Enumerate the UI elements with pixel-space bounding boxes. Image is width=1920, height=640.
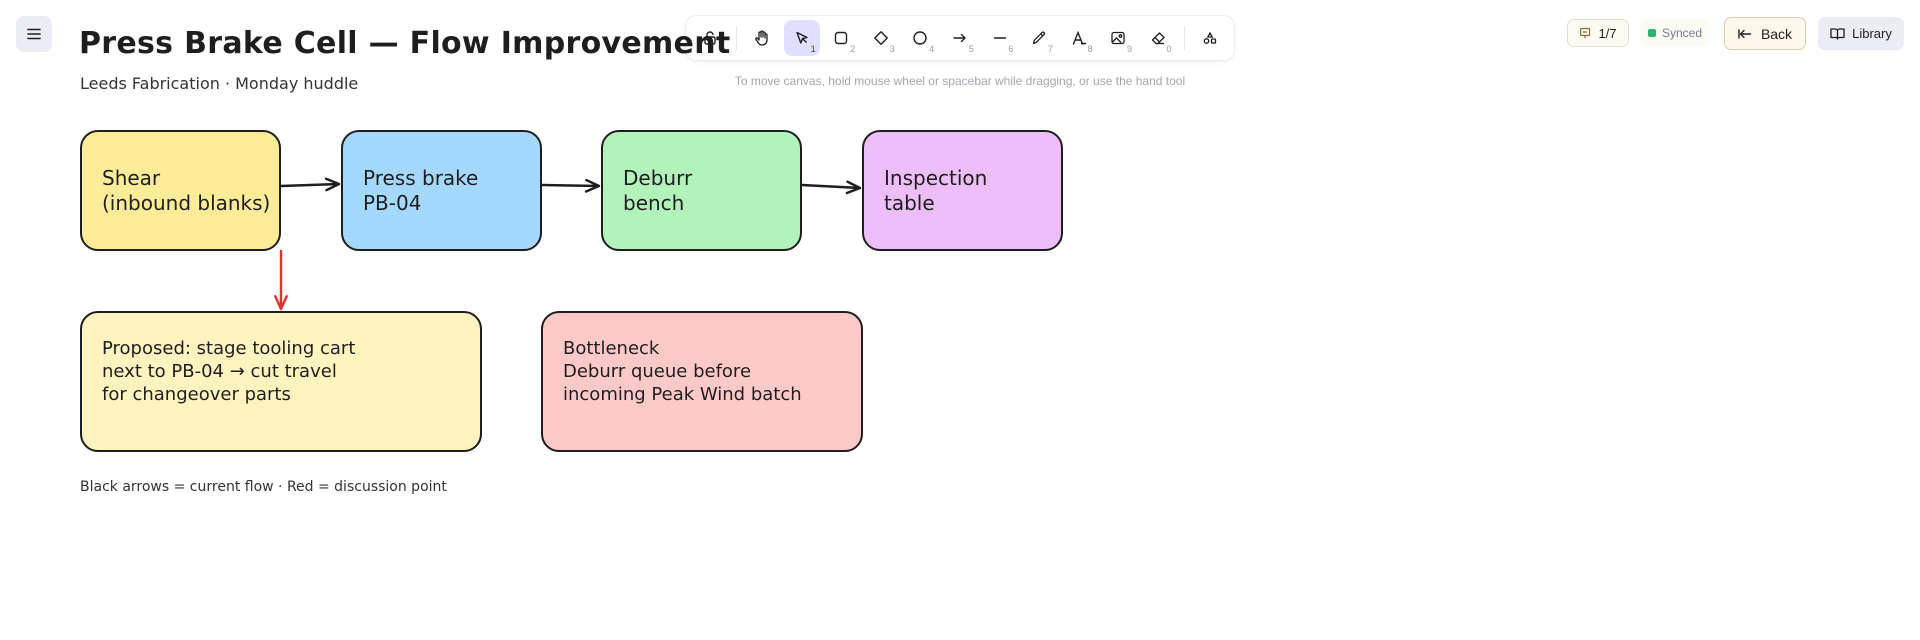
tool-line[interactable]: 6 bbox=[982, 20, 1018, 56]
tool-shortcut: 8 bbox=[1087, 44, 1093, 54]
deburr-label: Deburr bench bbox=[623, 166, 693, 215]
toolbar-divider bbox=[1183, 26, 1185, 50]
tool-shortcut: 1 bbox=[810, 44, 816, 54]
tool-diamond[interactable]: 3 bbox=[863, 20, 899, 56]
proposed-note-box[interactable]: Proposed: stage tooling cart next to PB-… bbox=[80, 311, 482, 452]
presentation-icon bbox=[1580, 27, 1591, 38]
tool-shortcut: 6 bbox=[1008, 44, 1014, 54]
library-button[interactable]: Library bbox=[1818, 17, 1904, 50]
back-label: Back bbox=[1760, 25, 1793, 42]
tool-hand[interactable] bbox=[745, 20, 781, 56]
flow-arrow-deburr-inspection[interactable] bbox=[800, 180, 862, 195]
canvas-title[interactable]: Press Brake Cell — Flow Improvement bbox=[79, 26, 731, 61]
deburr-box[interactable]: Deburr bench bbox=[601, 130, 802, 251]
selection-icon bbox=[796, 31, 808, 44]
tool-rectangle[interactable]: 2 bbox=[824, 20, 860, 56]
ellipse-icon bbox=[913, 31, 928, 45]
extra-tools-icon bbox=[1203, 31, 1217, 44]
flow-arrow-shear-press[interactable] bbox=[279, 177, 341, 192]
sync-label: Synced bbox=[1662, 26, 1703, 40]
text-icon bbox=[1072, 30, 1086, 45]
tool-selection[interactable]: 1 bbox=[784, 20, 820, 56]
page-count: 1/7 bbox=[1598, 25, 1617, 41]
arrow-icon bbox=[953, 33, 966, 43]
image-icon bbox=[1111, 31, 1125, 45]
line-icon bbox=[993, 37, 1006, 39]
sync-status: Synced bbox=[1640, 19, 1711, 47]
library-label: Library bbox=[1852, 26, 1892, 41]
discussion-arrow-shear-proposed[interactable] bbox=[274, 249, 288, 311]
toolbar-divider bbox=[735, 26, 737, 50]
back-arrow-icon bbox=[1738, 28, 1752, 39]
tool-shortcut: 7 bbox=[1047, 44, 1053, 54]
page-indicator[interactable]: 1/7 bbox=[1567, 19, 1629, 47]
hamburger-menu-icon bbox=[27, 28, 41, 40]
tool-ellipse[interactable]: 4 bbox=[903, 20, 939, 56]
press-brake-box[interactable]: Press brake PB-04 bbox=[341, 130, 542, 251]
rectangle-icon bbox=[835, 31, 848, 45]
tool-shortcut: 0 bbox=[1166, 44, 1172, 54]
toolbar: 1 2 3 4 5 6 7 8 9 0 bbox=[686, 16, 1234, 60]
flow-arrow-press-deburr[interactable] bbox=[540, 178, 601, 193]
pencil-icon bbox=[1032, 31, 1046, 45]
canvas-hint: To move canvas, hold mouse wheel or spac… bbox=[734, 74, 1186, 88]
shear-box[interactable]: Shear (inbound blanks) bbox=[80, 130, 281, 251]
library-book-icon bbox=[1830, 28, 1845, 40]
sync-dot-icon bbox=[1648, 29, 1656, 37]
tool-shortcut: 9 bbox=[1126, 44, 1132, 54]
main-menu-button[interactable] bbox=[16, 16, 52, 52]
hand-icon bbox=[755, 30, 768, 46]
tool-text[interactable]: 8 bbox=[1061, 20, 1097, 56]
eraser-icon bbox=[1151, 32, 1165, 45]
tool-arrow[interactable]: 5 bbox=[942, 20, 978, 56]
inspection-box[interactable]: Inspection table bbox=[862, 130, 1063, 251]
tool-extra[interactable] bbox=[1193, 20, 1229, 56]
diamond-icon bbox=[874, 31, 888, 45]
tool-shortcut: 3 bbox=[889, 44, 895, 54]
shear-label: Shear (inbound blanks) bbox=[102, 166, 271, 215]
tool-shortcut: 5 bbox=[968, 44, 974, 54]
legend-note[interactable]: Black arrows = current flow · Red = disc… bbox=[80, 479, 447, 495]
back-button[interactable]: Back bbox=[1724, 17, 1806, 50]
inspection-label: Inspection table bbox=[884, 166, 988, 215]
tool-image[interactable]: 9 bbox=[1100, 20, 1136, 56]
tool-pencil[interactable]: 7 bbox=[1021, 20, 1057, 56]
press-brake-label: Press brake PB-04 bbox=[363, 166, 479, 215]
tool-shortcut: 2 bbox=[850, 44, 856, 54]
bottleneck-label: Bottleneck Deburr queue before incoming … bbox=[563, 338, 802, 405]
canvas-subtitle[interactable]: Leeds Fabrication · Monday huddle bbox=[80, 74, 358, 93]
proposed-note-label: Proposed: stage tooling cart next to PB-… bbox=[102, 338, 356, 405]
tool-eraser[interactable]: 0 bbox=[1140, 20, 1176, 56]
bottleneck-box[interactable]: Bottleneck Deburr queue before incoming … bbox=[541, 311, 863, 452]
tool-shortcut: 4 bbox=[929, 44, 935, 54]
